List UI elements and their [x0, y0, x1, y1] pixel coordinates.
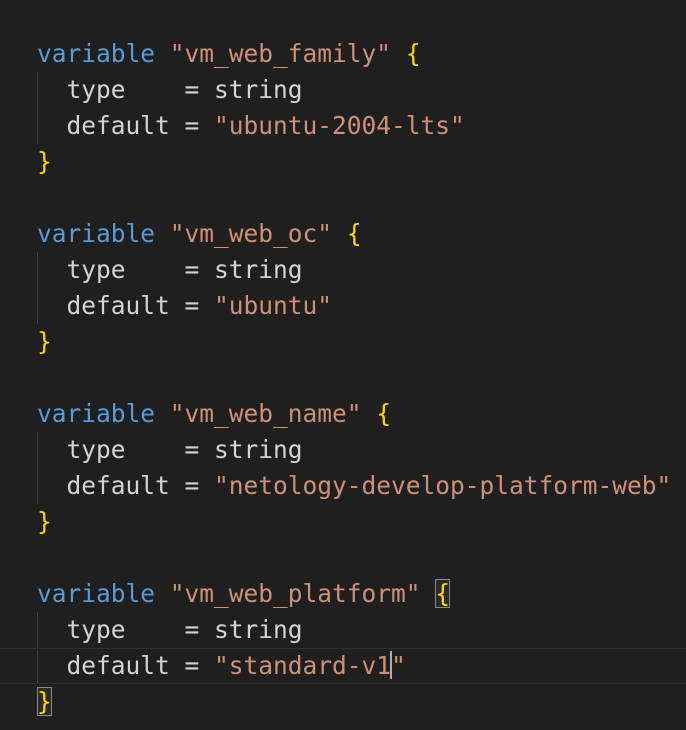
- assign-operator: =: [125, 435, 215, 464]
- default-value: "standard-v1: [214, 651, 392, 680]
- default-value: "ubuntu": [214, 291, 333, 320]
- code-line[interactable]: variable "vm_web_family" {: [0, 36, 686, 72]
- code-line[interactable]: }: [0, 324, 686, 360]
- code-line[interactable]: default = "ubuntu": [0, 288, 686, 324]
- assign-operator: =: [169, 471, 215, 500]
- assign-operator: =: [125, 75, 215, 104]
- type-value: string: [214, 615, 303, 644]
- code-line[interactable]: type = string: [0, 612, 686, 648]
- close-brace: }: [37, 507, 52, 536]
- keyword-variable: variable: [37, 39, 156, 68]
- code-line[interactable]: type = string: [0, 72, 686, 108]
- code-line[interactable]: }: [0, 504, 686, 540]
- type-key: type: [66, 435, 126, 464]
- code-line[interactable]: default = "netology-develop-platform-web…: [0, 468, 686, 504]
- code-line[interactable]: variable "vm_web_platform" {: [0, 576, 686, 612]
- code-line[interactable]: }: [0, 684, 686, 720]
- assign-operator: =: [169, 651, 215, 680]
- code-editor[interactable]: variable "vm_web_family" { type = string…: [0, 0, 686, 730]
- text-cursor: [390, 651, 393, 679]
- close-brace: }: [37, 147, 52, 176]
- open-brace: {: [376, 399, 392, 428]
- code-line[interactable]: }: [0, 144, 686, 180]
- open-brace-matched: {: [435, 579, 451, 608]
- code-line[interactable]: type = string: [0, 432, 686, 468]
- keyword-variable: variable: [37, 399, 156, 428]
- code-line[interactable]: default = "ubuntu-2004-lts": [0, 108, 686, 144]
- type-value: string: [214, 255, 303, 284]
- variable-name: "vm_web_platform": [169, 579, 421, 608]
- default-key: default: [66, 471, 170, 500]
- code-line[interactable]: variable "vm_web_oc" {: [0, 216, 686, 252]
- type-key: type: [66, 615, 126, 644]
- default-key: default: [66, 111, 170, 140]
- code-line[interactable]: variable "vm_web_name" {: [0, 396, 686, 432]
- type-value: string: [214, 75, 303, 104]
- variable-name: "vm_web_name": [169, 399, 362, 428]
- keyword-variable: variable: [37, 579, 156, 608]
- close-brace: }: [37, 327, 52, 356]
- type-key: type: [66, 75, 126, 104]
- default-key: default: [66, 651, 170, 680]
- type-value: string: [214, 435, 303, 464]
- keyword-variable: variable: [37, 219, 156, 248]
- default-key: default: [66, 291, 170, 320]
- current-code-line[interactable]: default = "standard-v1": [0, 648, 686, 684]
- default-value-end-quote: ": [391, 651, 406, 680]
- assign-operator: =: [169, 111, 215, 140]
- type-key: type: [66, 255, 126, 284]
- assign-operator: =: [169, 291, 215, 320]
- assign-operator: =: [125, 615, 215, 644]
- variable-name: "vm_web_oc": [169, 219, 333, 248]
- close-brace-matched: }: [37, 687, 52, 716]
- assign-operator: =: [125, 255, 215, 284]
- variable-name: "vm_web_family": [169, 39, 392, 68]
- default-value: "netology-develop-platform-web": [214, 471, 672, 500]
- open-brace: {: [346, 219, 362, 248]
- default-value: "ubuntu-2004-lts": [214, 111, 465, 140]
- code-line[interactable]: type = string: [0, 252, 686, 288]
- open-brace: {: [405, 39, 421, 68]
